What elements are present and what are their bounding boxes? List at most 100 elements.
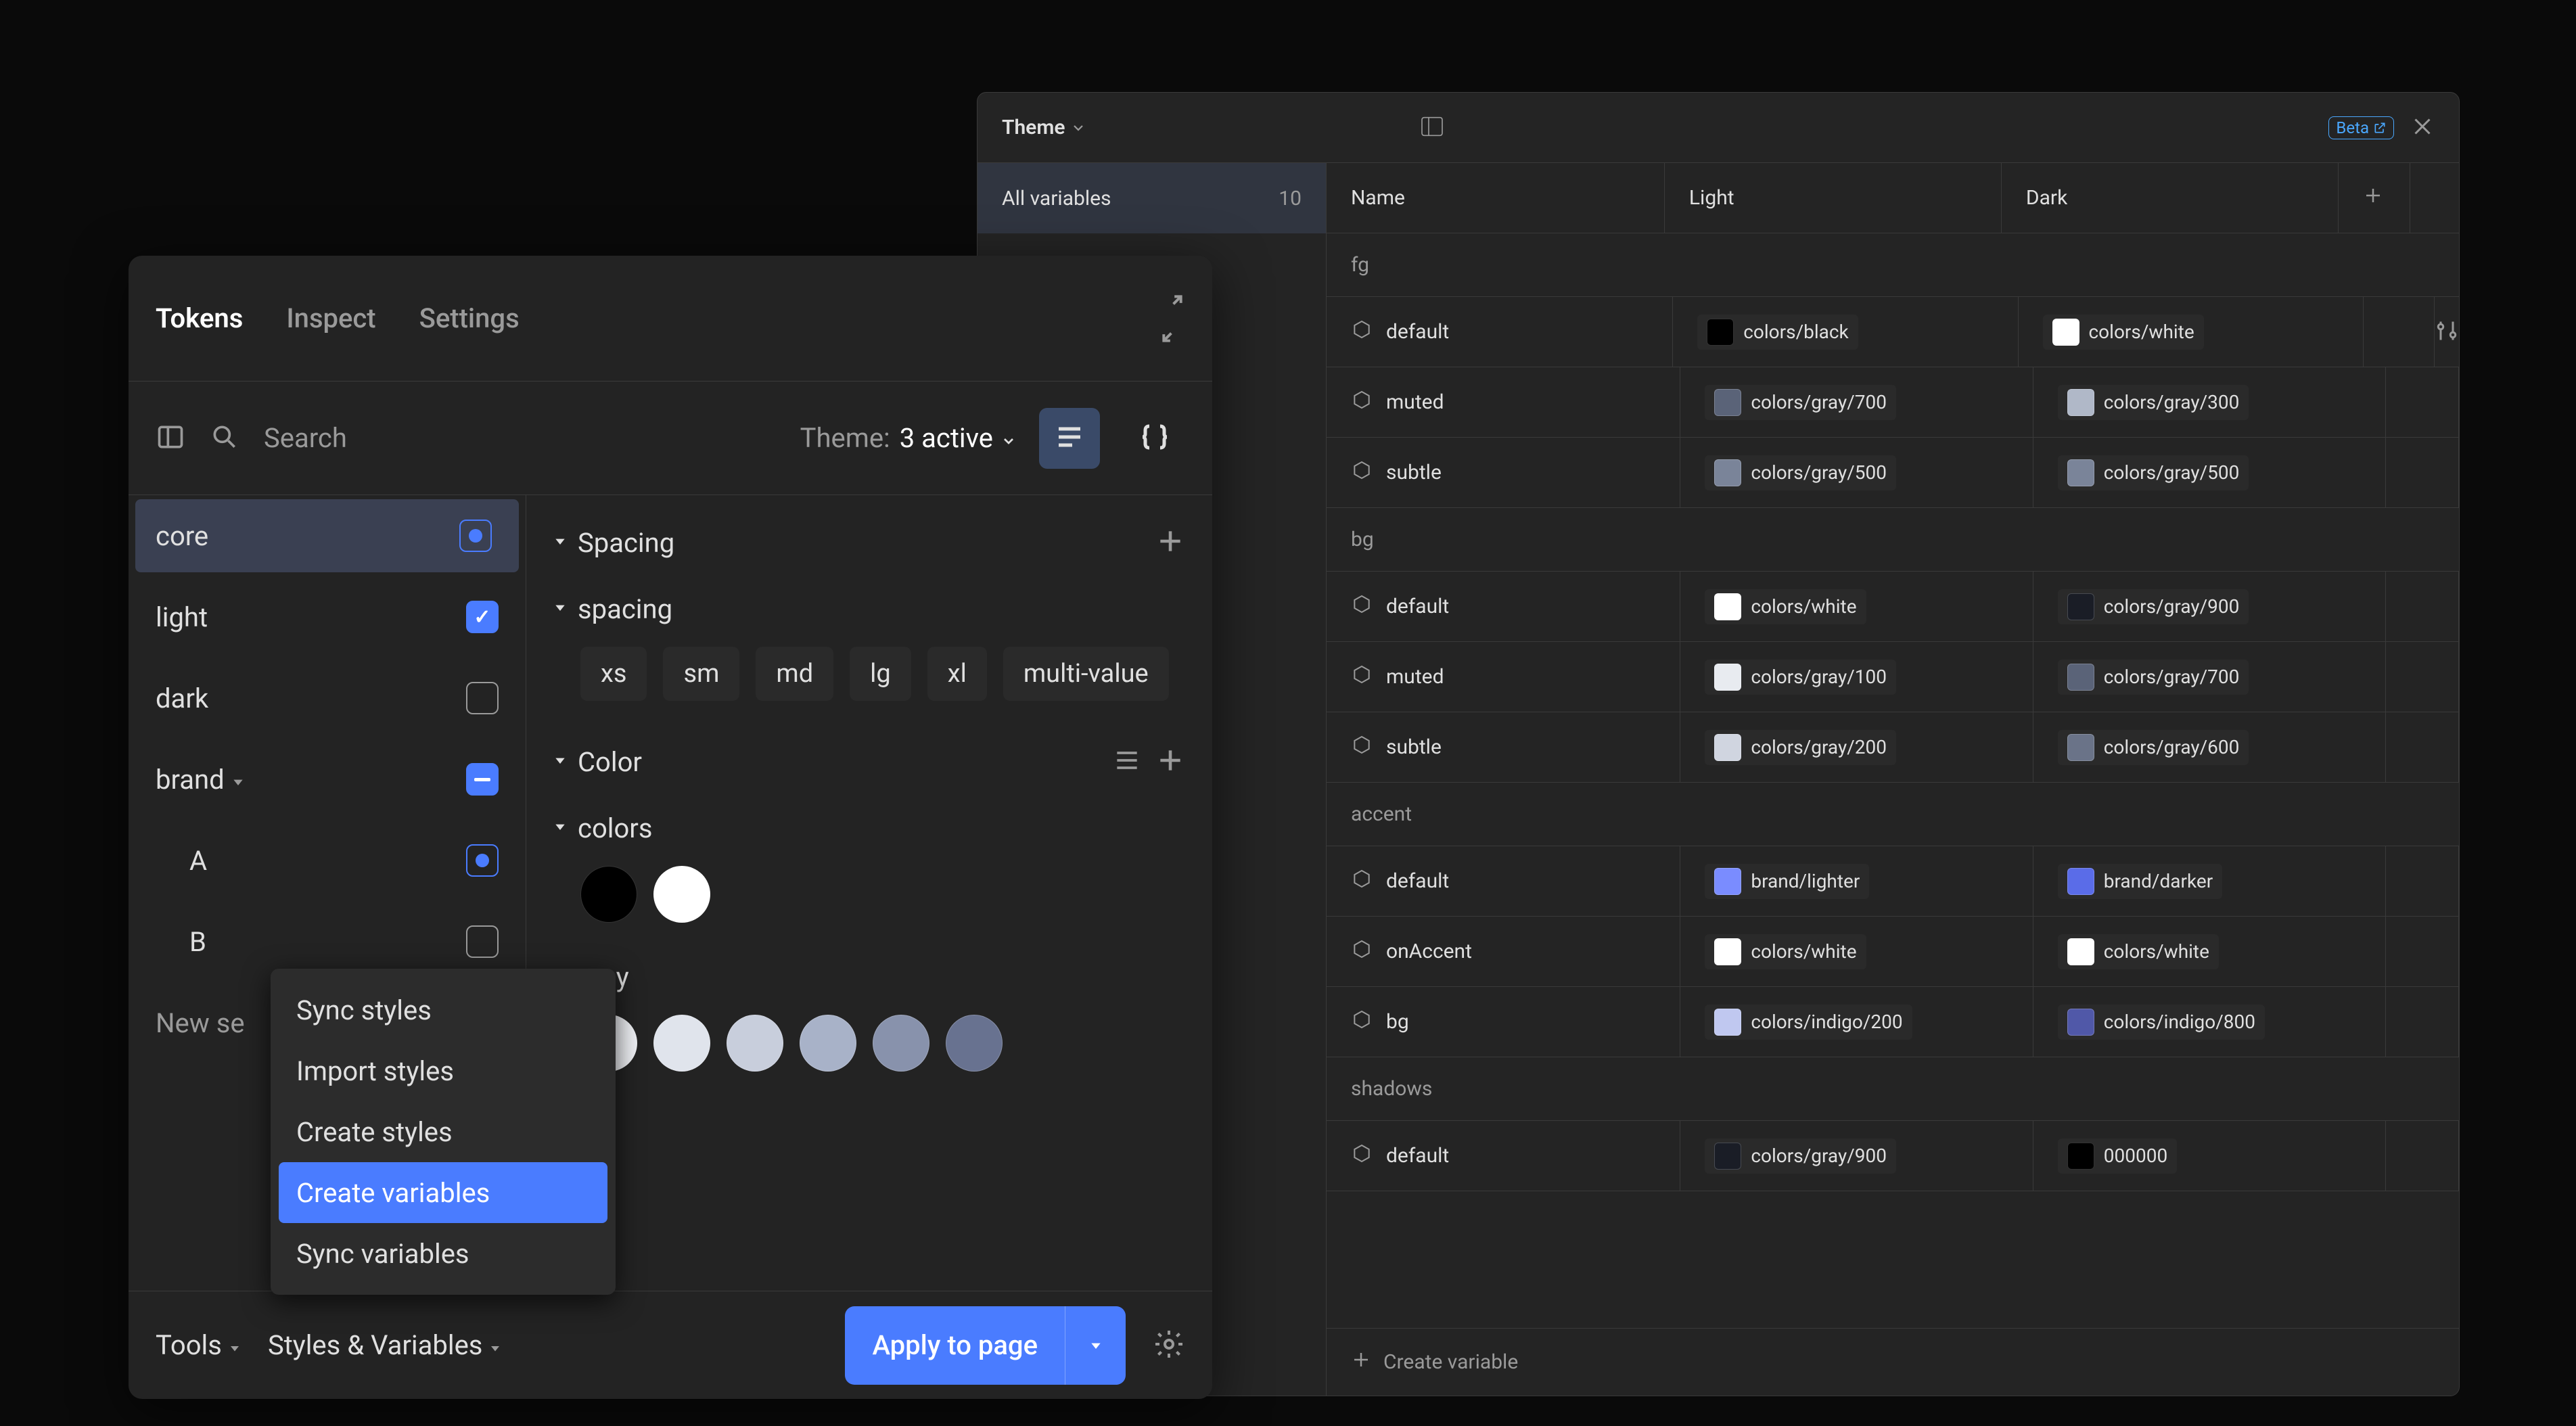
light-value-cell[interactable]: colors/indigo/200 [1680,987,2033,1057]
panel-toggle-button[interactable] [1419,113,1446,143]
dark-value-cell[interactable]: colors/white [2019,297,2364,367]
variable-icon [1351,938,1373,965]
token-set-A[interactable]: A [129,820,526,901]
set-checkbox[interactable] [466,763,499,796]
dark-value-cell[interactable]: colors/white [2033,917,2386,986]
color-swatch[interactable] [946,1015,1003,1072]
color-swatch[interactable] [653,1015,710,1072]
tab-inspect[interactable]: Inspect [286,302,375,334]
group-header-accent[interactable]: accent [1327,783,2459,846]
token-set-dark[interactable]: dark [129,658,526,739]
tab-settings[interactable]: Settings [419,302,520,334]
search-input[interactable] [264,422,776,454]
light-value-cell[interactable]: colors/white [1680,572,2033,641]
set-checkbox[interactable] [466,601,499,633]
sidebar-item-all-variables[interactable]: All variables 10 [978,163,1326,233]
tools-menu[interactable]: Tools [156,1329,241,1361]
light-value-cell[interactable]: brand/lighter [1680,846,2033,916]
spacing-tokens: xssmmdlgxl multi-value [580,647,1185,701]
section-color-header[interactable]: Color [553,728,1185,796]
table-row[interactable]: muted colors/gray/700 colors/gray/300 [1327,367,2459,438]
row-actions-cell[interactable] [2435,297,2459,367]
plus-icon [2363,185,2383,211]
dark-value-cell[interactable]: colors/gray/600 [2033,712,2386,782]
spacing-token-multi-value[interactable]: multi-value [1003,647,1169,701]
set-checkbox[interactable] [459,520,492,552]
dark-value-cell[interactable]: colors/indigo/800 [2033,987,2386,1057]
add-spacing-button[interactable] [1155,526,1185,559]
tab-tokens[interactable]: Tokens [156,302,243,334]
swatch-view-button[interactable] [1112,745,1142,778]
table-row[interactable]: default colors/black colors/white [1327,297,2459,367]
light-value-cell[interactable]: colors/gray/500 [1680,438,2033,507]
dark-value-cell[interactable]: colors/gray/900 [2033,572,2386,641]
theme-picker[interactable]: Theme: 3 active [800,422,1015,454]
row-add-cell [2386,572,2459,641]
spacing-token-sm[interactable]: sm [663,647,739,701]
set-checkbox[interactable] [466,682,499,714]
sidebar-toggle-button[interactable] [156,422,185,455]
color-swatch[interactable] [727,1015,783,1072]
menu-item-create-variables[interactable]: Create variables [279,1162,607,1223]
dark-value-cell[interactable]: colors/gray/500 [2033,438,2386,507]
apply-button[interactable]: Apply to page [845,1306,1126,1385]
expand-button[interactable] [1159,292,1185,345]
light-value-cell[interactable]: colors/gray/900 [1680,1121,2033,1191]
spacing-token-xs[interactable]: xs [580,647,647,701]
table-row[interactable]: default colors/white colors/gray/900 [1327,572,2459,642]
apply-dropdown[interactable] [1065,1306,1126,1385]
list-view-button[interactable] [1039,408,1100,469]
variable-icon [1351,1009,1373,1036]
group-colors-header[interactable]: colors [553,801,1185,855]
spacing-token-md[interactable]: md [756,647,833,701]
dark-value-cell[interactable]: 000000 [2033,1121,2386,1191]
menu-item-import-styles[interactable]: Import styles [279,1040,607,1101]
section-spacing-header[interactable]: Spacing [553,509,1185,576]
group-header-fg[interactable]: fg [1327,233,2459,297]
color-swatch[interactable] [800,1015,856,1072]
column-light[interactable]: Light [1665,163,2002,233]
table-row[interactable]: bg colors/indigo/200 colors/indigo/800 [1327,987,2459,1057]
light-value-cell[interactable]: colors/gray/700 [1680,367,2033,437]
settings-button[interactable] [1153,1328,1185,1363]
code-view-button[interactable] [1124,408,1185,469]
set-checkbox[interactable] [466,925,499,958]
dark-value-cell[interactable]: colors/gray/700 [2033,642,2386,712]
styles-variables-menu[interactable]: Styles & Variables [268,1329,501,1361]
theme-dropdown[interactable]: Theme [1002,116,1084,139]
close-button[interactable] [2410,114,2435,141]
add-color-button[interactable] [1155,745,1185,778]
table-row[interactable]: subtle colors/gray/500 colors/gray/500 [1327,438,2459,508]
spacing-token-lg[interactable]: lg [850,647,911,701]
light-value-cell[interactable]: colors/black [1673,297,2018,367]
light-value-cell[interactable]: colors/white [1680,917,2033,986]
table-row[interactable]: default colors/gray/900 000000 [1327,1121,2459,1191]
group-spacing-header[interactable]: spacing [553,582,1185,636]
group-header-shadows[interactable]: shadows [1327,1057,2459,1121]
light-value-cell[interactable]: colors/gray/100 [1680,642,2033,712]
group-gray-header[interactable]: gray [553,950,1185,1004]
dark-value-cell[interactable]: brand/darker [2033,846,2386,916]
add-mode-button[interactable] [2339,163,2410,233]
create-variable-button[interactable]: Create variable [1327,1328,2459,1396]
menu-item-create-styles[interactable]: Create styles [279,1101,607,1162]
menu-item-sync-styles[interactable]: Sync styles [279,980,607,1040]
table-row[interactable]: muted colors/gray/100 colors/gray/700 [1327,642,2459,712]
table-row[interactable]: default brand/lighter brand/darker [1327,846,2459,917]
group-header-bg[interactable]: bg [1327,508,2459,572]
token-set-brand[interactable]: brand [129,739,526,820]
table-row[interactable]: subtle colors/gray/200 colors/gray/600 [1327,712,2459,783]
spacing-token-xl[interactable]: xl [927,647,987,701]
color-swatch[interactable] [580,866,637,923]
token-set-light[interactable]: light [129,576,526,658]
menu-item-sync-variables[interactable]: Sync variables [279,1223,607,1284]
color-swatch[interactable] [873,1015,929,1072]
set-checkbox[interactable] [466,844,499,877]
dark-value-cell[interactable]: colors/gray/300 [2033,367,2386,437]
color-swatch[interactable] [653,866,710,923]
table-row[interactable]: onAccent colors/white colors/white [1327,917,2459,987]
column-dark[interactable]: Dark [2002,163,2339,233]
gray-color-swatches [580,1015,1185,1072]
light-value-cell[interactable]: colors/gray/200 [1680,712,2033,782]
token-set-core[interactable]: core [135,499,519,572]
